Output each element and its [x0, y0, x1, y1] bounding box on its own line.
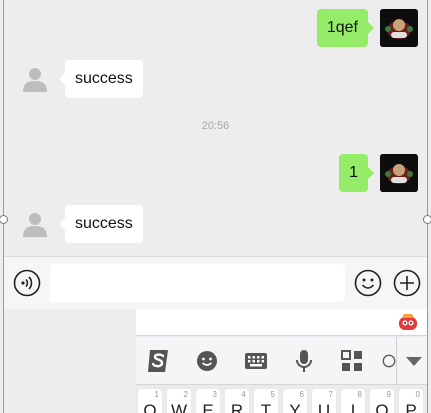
keyboard-apps-button[interactable]	[337, 346, 367, 376]
key-letter: T	[260, 401, 272, 413]
voice-icon	[13, 269, 41, 297]
sogou-logo-icon	[148, 350, 168, 372]
message-bubble-outgoing[interactable]: 1	[339, 154, 374, 192]
keyboard-collapse-button[interactable]	[399, 346, 429, 376]
key-letter: O	[375, 401, 389, 413]
default-user-icon	[23, 68, 47, 92]
key-q[interactable]: 1Q	[138, 389, 162, 413]
key-letter: W	[170, 401, 188, 413]
key-letter: R	[230, 401, 244, 413]
key-o[interactable]: 9O	[370, 389, 394, 413]
key-r[interactable]: 4R	[225, 389, 249, 413]
sogou-logo-button[interactable]	[144, 346, 174, 376]
key-u[interactable]: 7U	[312, 389, 336, 413]
keyboard-toolbar	[136, 337, 427, 385]
message-text: 1qef	[326, 19, 358, 36]
clipboard-icon	[382, 354, 396, 368]
smiley-icon	[354, 269, 382, 297]
message-text: 1	[349, 164, 358, 181]
message-bubble-incoming[interactable]: success	[59, 205, 143, 243]
emoji-icon	[197, 351, 217, 371]
message-text: success	[75, 215, 133, 232]
default-user-icon	[23, 213, 47, 237]
key-number-hint: 9	[386, 390, 391, 399]
key-y[interactable]: 6Y	[283, 389, 307, 413]
message-bubble-incoming[interactable]: success	[59, 60, 143, 98]
composer-bar	[4, 256, 427, 309]
key-letter: Y	[289, 401, 301, 413]
key-number-hint: 8	[357, 390, 362, 399]
keyboard-emoji-button[interactable]	[192, 346, 222, 376]
keyboard-candidate-bar	[136, 309, 427, 336]
message-bubble-outgoing[interactable]: 1qef	[316, 9, 375, 47]
contact-avatar[interactable]	[16, 205, 54, 243]
self-avatar[interactable]	[380, 154, 418, 192]
key-letter: E	[202, 401, 214, 413]
plus-icon	[393, 269, 421, 297]
emoji-button[interactable]	[353, 268, 383, 298]
key-number-hint: 4	[241, 390, 246, 399]
key-e[interactable]: 3E	[196, 389, 220, 413]
chat-message-list[interactable]: 1qef success 20:56 1 success	[4, 0, 427, 256]
key-number-hint: 0	[415, 390, 420, 399]
voice-input-button[interactable]	[12, 268, 42, 298]
toolbar-divider	[396, 337, 397, 385]
key-number-hint: 1	[154, 390, 159, 399]
key-number-hint: 5	[270, 390, 275, 399]
message-timestamp: 20:56	[201, 120, 230, 132]
key-letter: P	[405, 401, 417, 413]
keyboard-side-area	[4, 309, 136, 413]
more-actions-button[interactable]	[392, 268, 422, 298]
contact-avatar[interactable]	[16, 60, 54, 98]
mic-icon	[296, 350, 312, 372]
key-w[interactable]: 2W	[167, 389, 191, 413]
chevron-down-icon	[406, 357, 422, 366]
message-input[interactable]	[50, 264, 345, 302]
key-letter: U	[317, 401, 331, 413]
key-i[interactable]: 8I	[341, 389, 365, 413]
keyboard-voice-button[interactable]	[289, 346, 319, 376]
key-p[interactable]: 0P	[399, 389, 423, 413]
ime-keyboard: 1Q2W3E4R5T6Y7U8I9O0P	[136, 309, 427, 413]
key-t[interactable]: 5T	[254, 389, 278, 413]
message-text: success	[75, 70, 133, 87]
key-number-hint: 3	[212, 390, 217, 399]
key-letter: I	[350, 401, 356, 413]
keyboard-clipboard-button[interactable]	[382, 346, 396, 376]
key-number-hint: 2	[183, 390, 188, 399]
sogou-mascot-icon[interactable]	[398, 314, 418, 332]
key-letter: Q	[143, 401, 157, 413]
self-avatar[interactable]	[380, 9, 418, 47]
key-number-hint: 6	[299, 390, 304, 399]
key-number-hint: 7	[328, 390, 333, 399]
keyboard-layout-button[interactable]	[241, 346, 271, 376]
keyboard-icon	[245, 353, 267, 369]
apps-grid-icon	[341, 350, 362, 371]
